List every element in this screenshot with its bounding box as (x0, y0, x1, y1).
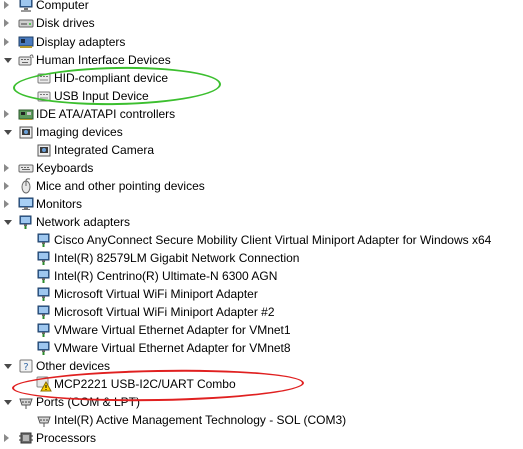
network-adapter-icon (36, 304, 52, 320)
device-mcp2221[interactable]: MCP2221 USB-I2C/UART Combo (0, 375, 523, 393)
device-integrated-camera[interactable]: Integrated Camera (0, 141, 523, 159)
node-label: HID-compliant device (54, 71, 169, 85)
node-label: Intel(R) 82579LM Gigabit Network Connect… (54, 251, 300, 265)
node-label: Display adapters (36, 35, 126, 49)
network-adapter-icon (36, 286, 52, 302)
node-mice[interactable]: Mice and other pointing devices (0, 177, 523, 195)
node-label: Cisco AnyConnect Secure Mobility Client … (54, 233, 492, 247)
expanded-arrow-icon[interactable] (4, 400, 12, 405)
device-cisco-anyconnect[interactable]: Cisco AnyConnect Secure Mobility Client … (0, 231, 523, 249)
device-hid-compliant-device[interactable]: HID-compliant device (0, 69, 523, 87)
node-monitors[interactable]: Monitors (0, 195, 523, 213)
device-intel-82579lm[interactable]: Intel(R) 82579LM Gigabit Network Connect… (0, 249, 523, 267)
node-computer[interactable]: Computer (0, 0, 523, 14)
processor-icon (18, 430, 34, 446)
node-ide-ata-atapi-controllers[interactable]: IDE ATA/ATAPI controllers (0, 105, 523, 123)
computer-icon (18, 0, 34, 13)
node-label: Microsoft Virtual WiFi Miniport Adapter … (54, 305, 275, 319)
node-label: Intel(R) Centrino(R) Ultimate-N 6300 AGN (54, 269, 278, 283)
network-adapter-icon (18, 214, 34, 230)
node-ports[interactable]: Ports (COM & LPT) (0, 393, 523, 411)
node-label: Computer (36, 0, 89, 12)
node-imaging-devices[interactable]: Imaging devices (0, 123, 523, 141)
hid-icon (18, 52, 34, 68)
node-network-adapters[interactable]: Network adapters (0, 213, 523, 231)
network-adapter-icon (36, 322, 52, 338)
network-adapter-icon (36, 232, 52, 248)
device-ms-virtual-wifi[interactable]: Microsoft Virtual WiFi Miniport Adapter (0, 285, 523, 303)
hid-device-icon (36, 70, 52, 86)
port-icon (18, 394, 34, 410)
collapsed-arrow-icon[interactable] (4, 200, 9, 208)
node-label: Integrated Camera (54, 143, 155, 157)
device-tree[interactable]: Computer Disk drives Display adapters Human… (0, 0, 523, 445)
node-label: Mice and other pointing devices (36, 179, 205, 193)
node-display-adapters[interactable]: Display adapters (0, 33, 523, 51)
monitor-icon (18, 196, 34, 212)
node-label: Keyboards (36, 161, 94, 175)
node-label: Disk drives (36, 16, 95, 30)
device-intel-amt-sol[interactable]: Intel(R) Active Management Technology - … (0, 411, 523, 429)
mouse-icon (18, 178, 34, 194)
device-intel-centrino[interactable]: Intel(R) Centrino(R) Ultimate-N 6300 AGN (0, 267, 523, 285)
collapsed-arrow-icon[interactable] (4, 1, 9, 9)
collapsed-arrow-icon[interactable] (4, 19, 9, 27)
node-label: Microsoft Virtual WiFi Miniport Adapter (54, 287, 258, 301)
network-adapter-icon (36, 250, 52, 266)
collapsed-arrow-icon[interactable] (4, 110, 9, 118)
expanded-arrow-icon[interactable] (4, 220, 12, 225)
hid-device-icon (36, 88, 52, 104)
node-label: Human Interface Devices (36, 53, 171, 67)
node-human-interface-devices[interactable]: Human Interface Devices (0, 51, 523, 69)
collapsed-arrow-icon[interactable] (4, 182, 9, 190)
svg-text:?: ? (23, 362, 28, 373)
node-label: Network adapters (36, 215, 131, 229)
node-label: VMware Virtual Ethernet Adapter for VMne… (54, 323, 291, 337)
node-label: Processors (36, 431, 97, 445)
port-icon (36, 412, 52, 428)
collapsed-arrow-icon[interactable] (4, 38, 9, 46)
node-label: USB Input Device (54, 89, 149, 103)
collapsed-arrow-icon[interactable] (4, 434, 9, 442)
device-ms-virtual-wifi-2[interactable]: Microsoft Virtual WiFi Miniport Adapter … (0, 303, 523, 321)
ide-controller-icon (18, 106, 34, 122)
unknown-device-icon: ? (18, 358, 34, 374)
display-adapter-icon (18, 34, 34, 50)
expanded-arrow-icon[interactable] (4, 130, 12, 135)
node-label: MCP2221 USB-I2C/UART Combo (54, 377, 236, 391)
node-label: Intel(R) Active Management Technology - … (54, 413, 347, 427)
node-label: Other devices (36, 359, 111, 373)
node-keyboards[interactable]: Keyboards (0, 159, 523, 177)
network-adapter-icon (36, 340, 52, 356)
expanded-arrow-icon[interactable] (4, 364, 12, 369)
node-other-devices[interactable]: ? Other devices (0, 357, 523, 375)
node-label: Imaging devices (36, 125, 123, 139)
device-usb-input-device[interactable]: USB Input Device (0, 87, 523, 105)
camera-icon (36, 142, 52, 158)
keyboard-icon (18, 160, 34, 176)
device-vmware-vmnet8[interactable]: VMware Virtual Ethernet Adapter for VMne… (0, 339, 523, 357)
expanded-arrow-icon[interactable] (4, 58, 12, 63)
device-vmware-vmnet1[interactable]: VMware Virtual Ethernet Adapter for VMne… (0, 321, 523, 339)
network-adapter-icon (36, 268, 52, 284)
warning-device-icon (36, 376, 52, 392)
node-disk-drives[interactable]: Disk drives (0, 14, 523, 32)
node-processors[interactable]: Processors (0, 429, 523, 447)
disk-drive-icon (18, 15, 34, 31)
collapsed-arrow-icon[interactable] (4, 164, 9, 172)
node-label: IDE ATA/ATAPI controllers (36, 107, 176, 121)
node-label: VMware Virtual Ethernet Adapter for VMne… (54, 341, 291, 355)
node-label: Monitors (36, 197, 83, 211)
camera-icon (18, 124, 34, 140)
node-label: Ports (COM & LPT) (36, 395, 141, 409)
